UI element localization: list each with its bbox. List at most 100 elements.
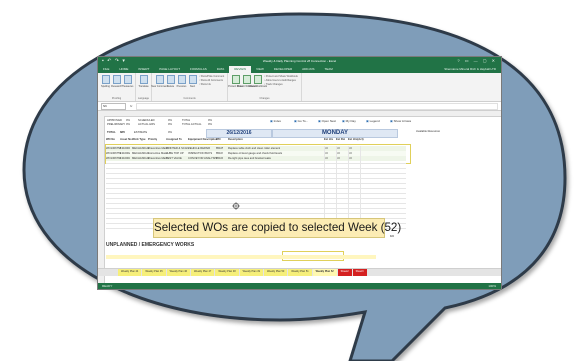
actual-hrs-value: 0% xyxy=(168,123,172,126)
gridline xyxy=(106,173,406,174)
table-cell: 1310000 xyxy=(120,146,131,150)
table-cell: TEST VALVE xyxy=(166,156,182,160)
window-title: Weekly & Daily Planning Control v8 Conne… xyxy=(262,59,337,63)
ribbon-button-share-workbook[interactable]: Share Workbook xyxy=(248,75,267,88)
tab-developer[interactable]: DEVELOPER xyxy=(269,66,297,73)
sheet-button-label: Index xyxy=(273,120,282,123)
sheet-button-label: Show Arrows xyxy=(393,120,412,123)
tab-formulas[interactable]: FORMULAS xyxy=(185,66,212,73)
ribbon-group-proofing: Spelling Research Thesaurus Proofing xyxy=(98,73,136,101)
sheet-tab-weekly-plan-50[interactable]: Weekly Plan 50 xyxy=(263,269,288,276)
worksheet[interactable]: APPROVED 0% SCHEDULED 0% TOTAL 0% PRELIM… xyxy=(98,111,501,283)
table-cell: WO1306760 xyxy=(106,156,122,160)
cursor-crosshair-icon xyxy=(232,202,240,210)
ribbon-group-language: Translate Language xyxy=(136,73,152,101)
ribbon-button-thesaurus[interactable]: Thesaurus xyxy=(122,75,133,88)
plan-date: 26/12/2016 xyxy=(206,129,272,138)
unplanned-title: UNPLANNED / EMERGENCY WORKS xyxy=(106,242,195,248)
table-cell: 85107 xyxy=(216,151,224,155)
sheet-button-legend[interactable]: ▣ Legend xyxy=(366,120,380,123)
ribbon-button-translate[interactable]: Translate xyxy=(138,75,149,88)
gridline xyxy=(106,203,406,204)
sheet-tab-sheet3[interactable]: Sheet3 xyxy=(352,269,367,276)
sheet-button-open-next[interactable]: ▣ Open Next xyxy=(318,120,336,123)
research-icon xyxy=(112,75,121,84)
delete-icon xyxy=(166,75,175,84)
window-controls[interactable]: ? ▭ — ▢ ✕ xyxy=(457,58,497,63)
tab-view[interactable]: VIEW xyxy=(251,66,269,73)
ribbon-button-research[interactable]: Research xyxy=(111,75,122,88)
header-cell: Est Hrs(Act) xyxy=(348,138,364,141)
ribbon-group-label: Language xyxy=(137,97,150,100)
table-cell: 85109 xyxy=(216,156,224,160)
tab-team[interactable]: TEAM xyxy=(319,66,337,73)
sheet-button-go-to-[interactable]: ▣ Go To... xyxy=(294,120,308,123)
table-cell: MECHANICAL xyxy=(132,146,150,150)
translate-icon xyxy=(139,75,148,84)
tab-home[interactable]: HOME xyxy=(114,66,133,73)
account-name[interactable]: Shenstone Mineral Rich & Hayball LTD xyxy=(439,66,501,73)
sheet-tab-weekly-plan-52[interactable]: Weekly Plan 52 xyxy=(312,269,337,276)
table-cell: PRINTER & SCAN xyxy=(166,146,189,150)
table-cell: Corrective Maint xyxy=(148,151,168,155)
sheet-tab-weekly-plan-51[interactable]: Weekly Plan 51 xyxy=(288,269,312,276)
sheet-tab-weekly-plan-45[interactable]: Weekly Plan 45 xyxy=(142,269,166,276)
ribbon-tabs: FILE HOME INSERT PAGE LAYOUT FORMULAS DATA REV… xyxy=(98,66,501,73)
sheet-tab-weekly-plan-44[interactable]: Weekly Plan 44 xyxy=(118,269,142,276)
sheet-tab-weekly-plan-49[interactable]: Weekly Plan 49 xyxy=(239,269,263,276)
ribbon-group-label: Comments xyxy=(183,97,196,100)
next-icon xyxy=(188,75,197,84)
ribbon-button-label: Next xyxy=(189,85,196,88)
header-cell: WO xyxy=(216,138,221,141)
new-comment-icon xyxy=(155,75,164,84)
header-cell: Est Hrs xyxy=(324,138,334,141)
ribbon-check-track-changes[interactable]: ▫ Track Changes xyxy=(264,83,298,87)
plan-day: MONDAY xyxy=(272,129,398,138)
estimate-label: ESTIMATE xyxy=(134,131,148,134)
header-cell: Est Rst xyxy=(336,138,346,141)
total-label: TOTAL xyxy=(182,119,191,122)
gridline xyxy=(106,168,406,169)
ribbon-button-previous[interactable]: Previous xyxy=(177,75,186,88)
ribbon-group-comments: New Comment Delete Previous Next ▫ Show/Hide… xyxy=(151,73,229,101)
status-bar: READY 100% xyxy=(98,283,501,289)
ribbon-check-show-ink[interactable]: ▫ Show Ink xyxy=(199,83,224,87)
tab-file[interactable]: FILE xyxy=(98,66,114,73)
approved-value: 0% xyxy=(126,119,130,122)
ribbon-button-new-comment[interactable]: New Comment xyxy=(151,75,168,88)
gridline xyxy=(106,193,406,194)
sheet-button-my-day[interactable]: ▣ My Day xyxy=(342,120,356,123)
sheet-button-show-arrows[interactable]: ▣ Show Arrows xyxy=(390,120,411,123)
available-resources-label: Available Resources xyxy=(416,130,441,133)
sheet-tab-sheet2[interactable]: Sheet2 xyxy=(337,269,352,276)
ribbon-check-list: ▫ Show/Hide Comment ▫ Show All Comments ▫ … xyxy=(199,75,224,87)
total-planned-value: 0.0 xyxy=(390,235,394,238)
sheet-tab-weekly-plan-48[interactable]: Weekly Plan 48 xyxy=(215,269,239,276)
sheet-tab-weekly-plan-47[interactable]: Weekly Plan 47 xyxy=(190,269,215,276)
ribbon-button-delete[interactable]: Delete xyxy=(166,75,175,88)
table-cell: 1310002 xyxy=(120,151,131,155)
gridline xyxy=(106,163,406,164)
ribbon-group-changes: Protect Sheet Protect Workbook Share Workb… xyxy=(228,73,302,101)
fx-icon[interactable]: fx xyxy=(130,104,132,108)
total-pct-value: 88% xyxy=(120,131,126,134)
header-cell: Assigned To xyxy=(166,138,182,141)
sheet-tab-weekly-plan-46[interactable]: Weekly Plan 46 xyxy=(166,269,190,276)
formula-input[interactable] xyxy=(136,102,498,110)
ribbon-button-label: Delete xyxy=(166,85,175,88)
ribbon-button-label: Previous xyxy=(176,85,187,88)
tab-insert[interactable]: INSERT xyxy=(133,66,154,73)
ribbon-button-next[interactable]: Next xyxy=(188,75,197,88)
tab-data[interactable]: DATA xyxy=(212,66,230,73)
zoom-level[interactable]: 100% xyxy=(488,284,496,288)
name-box[interactable]: N6 xyxy=(101,102,126,110)
ribbon-button-spelling[interactable]: Spelling xyxy=(101,75,110,88)
tab-review[interactable]: REVIEW xyxy=(229,66,252,73)
actual-hrs-label: ACTUAL HRS xyxy=(138,123,155,126)
ribbon-check-list: ▫ Protect and Share Workbook ▫ Allow User… xyxy=(264,75,298,87)
tab-add-ins[interactable]: ADD-INS xyxy=(297,66,319,73)
sheet-button-index[interactable]: ▣ Index xyxy=(270,120,281,123)
sheet-tabs: Weekly Plan 44 Weekly Plan 45 Weekly Plan … xyxy=(98,268,501,276)
table-cell: MECHANICAL xyxy=(132,156,150,160)
tab-page-layout[interactable]: PAGE LAYOUT xyxy=(154,66,185,73)
